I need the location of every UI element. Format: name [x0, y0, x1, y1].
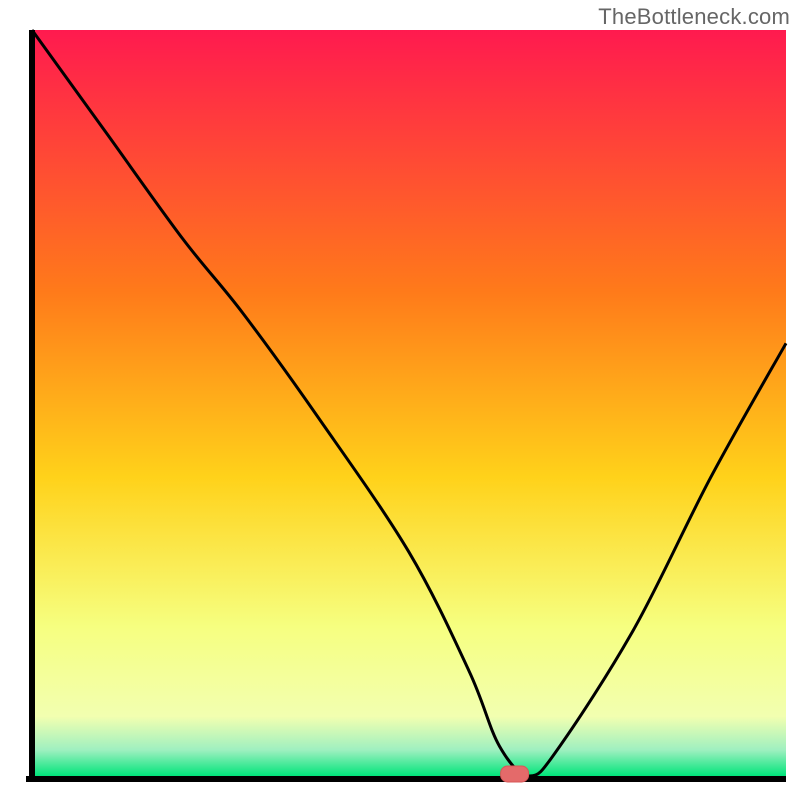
- gradient-background: [32, 30, 786, 776]
- plot-area: [26, 30, 786, 782]
- chart-container: { "watermark": "TheBottleneck.com", "col…: [0, 0, 800, 800]
- bottleneck-chart: [0, 0, 800, 800]
- watermark-text: TheBottleneck.com: [598, 4, 790, 30]
- optimum-marker: [501, 766, 529, 782]
